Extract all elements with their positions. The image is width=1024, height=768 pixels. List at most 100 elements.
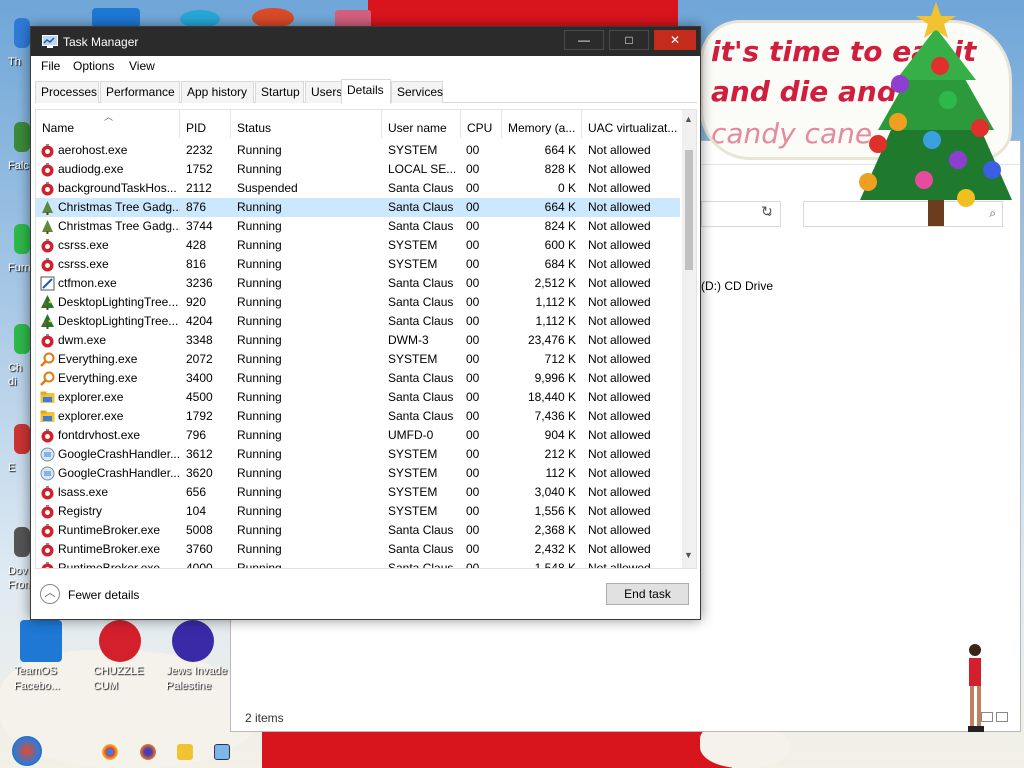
app-icon[interactable]	[14, 424, 30, 454]
cell-mem: 3,040 K	[534, 485, 576, 499]
taskbar	[0, 734, 1024, 768]
table-row[interactable]: aerohost.exe 2232 Running SYSTEM 00 664 K Not …	[36, 141, 680, 160]
falcon-icon[interactable]	[14, 122, 30, 152]
cell-uac: Not allowed	[588, 200, 651, 214]
ornament-icon	[40, 143, 55, 158]
cell-uac: Not allowed	[588, 466, 651, 480]
tab-details[interactable]: Details	[341, 79, 391, 104]
table-row[interactable]: RuntimeBroker.exe 4000 Running Santa Claus 0…	[36, 559, 680, 568]
task-manager-taskbar-icon[interactable]	[214, 744, 230, 760]
table-row[interactable]: Registry 104 Running SYSTEM 00 1,556 K Not all…	[36, 502, 680, 521]
scrollbar-thumb[interactable]	[685, 150, 693, 270]
column-header-status[interactable]: Status	[231, 110, 382, 138]
table-row[interactable]: audiodg.exe 1752 Running LOCAL SE... 00 828 K…	[36, 160, 680, 179]
table-row[interactable]: DesktopLightingTree... 4204 Running Santa C…	[36, 312, 680, 331]
cell-user: DWM-3	[388, 333, 429, 347]
chuzzle-icon[interactable]	[99, 620, 141, 662]
maximize-button[interactable]: □	[609, 30, 649, 50]
table-row[interactable]: explorer.exe 4500 Running Santa Claus 00 18,4…	[36, 388, 680, 407]
end-task-button[interactable]: End task	[606, 583, 689, 605]
download-icon[interactable]	[14, 527, 30, 557]
close-button[interactable]: ✕	[654, 30, 696, 50]
cell-status: Running	[237, 314, 282, 328]
table-row[interactable]: RuntimeBroker.exe 5008 Running Santa Claus 0…	[36, 521, 680, 540]
table-row[interactable]: Christmas Tree Gadg... 876 Running Santa Cl…	[36, 198, 680, 217]
tab-users[interactable]: Users	[305, 81, 345, 103]
task-manager-titlebar[interactable]: Task Manager — □ ✕	[31, 27, 700, 56]
table-row[interactable]: dwm.exe 3348 Running DWM-3 00 23,476 K Not all…	[36, 331, 680, 350]
tab-performance[interactable]: Performance	[100, 81, 180, 103]
file-explorer-icon[interactable]	[177, 744, 193, 760]
table-row[interactable]: RuntimeBroker.exe 3760 Running Santa Claus 0…	[36, 540, 680, 559]
cd-drive-label[interactable]: (D:) CD Drive	[701, 279, 773, 293]
table-row[interactable]: GoogleCrashHandler... 3612 Running SYSTEM 00…	[36, 445, 680, 464]
start-button[interactable]	[12, 736, 42, 766]
table-row[interactable]: Everything.exe 2072 Running SYSTEM 00 712 K No…	[36, 350, 680, 369]
desktop-icon-label[interactable]: CUM	[93, 680, 118, 692]
vertical-scrollbar[interactable]: ▲ ▼	[682, 110, 696, 568]
table-row[interactable]: fontdrvhost.exe 796 Running UMFD-0 00 904 K No…	[36, 426, 680, 445]
scroll-up-icon[interactable]: ▲	[684, 114, 693, 124]
table-row[interactable]: csrss.exe 428 Running SYSTEM 00 600 K Not allo…	[36, 236, 680, 255]
column-header-pid[interactable]: PID	[180, 110, 231, 138]
table-row[interactable]: DesktopLightingTree... 920 Running Santa Cl…	[36, 293, 680, 312]
desktop-icon-label[interactable]: Furn	[8, 262, 31, 274]
cell-status: Running	[237, 352, 282, 366]
desktop-icon-label[interactable]: TeamOS	[14, 665, 57, 677]
table-row[interactable]: Everything.exe 3400 Running Santa Claus 00 9,…	[36, 369, 680, 388]
globe-icon[interactable]	[14, 18, 30, 48]
table-row[interactable]: lsass.exe 656 Running SYSTEM 00 3,040 K Not al…	[36, 483, 680, 502]
desktop-icon-label[interactable]: di	[8, 376, 17, 388]
menu-view[interactable]: View	[129, 59, 155, 73]
christmas-tree-gadget[interactable]	[848, 0, 1018, 235]
column-header-memory[interactable]: Memory (a...	[502, 110, 582, 138]
tab-services[interactable]: Services	[391, 81, 443, 103]
cell-cpu: 00	[466, 504, 480, 518]
table-row[interactable]: GoogleCrashHandler... 3620 Running SYSTEM 00…	[36, 464, 680, 483]
scroll-down-icon[interactable]: ▼	[684, 550, 693, 560]
desktop-icon-label[interactable]: Palestine	[166, 680, 211, 692]
menu-file[interactable]: File	[41, 59, 60, 73]
desktop-icon-label[interactable]: Falc	[8, 160, 29, 172]
column-header-name[interactable]: Name	[36, 110, 180, 138]
table-row[interactable]: ctfmon.exe 3236 Running Santa Claus 00 2,512 …	[36, 274, 680, 293]
cell-user: Santa Claus	[388, 295, 454, 309]
cell-cpu: 00	[466, 181, 480, 195]
column-header-uac[interactable]: UAC virtualizat...	[582, 110, 682, 138]
fewer-details-link[interactable]: Fewer details	[68, 588, 139, 602]
app-icon[interactable]	[252, 8, 294, 28]
firefox-icon[interactable]	[140, 744, 156, 760]
desktop-icon-label[interactable]: Th	[8, 56, 21, 68]
gear-icon[interactable]	[92, 8, 140, 28]
desktop-icon-label[interactable]: Facebo...	[14, 680, 60, 692]
chrome-icon[interactable]	[14, 324, 30, 354]
desktop-icon-label[interactable]: Ch	[8, 362, 22, 374]
column-header-cpu[interactable]: CPU	[461, 110, 502, 138]
gear-icon[interactable]	[20, 620, 62, 662]
desktop-icon-label[interactable]: Jews Invade	[166, 665, 227, 677]
table-row[interactable]: csrss.exe 816 Running SYSTEM 00 684 K Not allo…	[36, 255, 680, 274]
cell-status: Running	[237, 162, 282, 176]
chrome-icon[interactable]	[14, 224, 30, 254]
column-header-user-name[interactable]: User name	[382, 110, 461, 138]
orb-icon[interactable]	[172, 620, 214, 662]
table-row[interactable]: explorer.exe 1792 Running Santa Claus 00 7,43…	[36, 407, 680, 426]
cell-name: Everything.exe	[58, 352, 138, 366]
tab-processes[interactable]: Processes	[35, 81, 99, 103]
tab-app-history[interactable]: App history	[181, 81, 254, 103]
table-row[interactable]: backgroundTaskHos... 2112 Suspended Santa C…	[36, 179, 680, 198]
desktop-icon-label[interactable]: E	[8, 462, 15, 474]
minimize-button[interactable]: —	[564, 30, 604, 50]
task-manager-window[interactable]: Task Manager — □ ✕ File Options View Pro…	[30, 26, 701, 620]
menu-options[interactable]: Options	[73, 59, 114, 73]
tiles-view-icon[interactable]	[996, 712, 1008, 722]
desktop-icon-label[interactable]: CHUZZLE	[93, 665, 144, 677]
cell-mem: 2,368 K	[534, 523, 576, 537]
chrome-icon[interactable]	[102, 744, 118, 760]
table-row[interactable]: Christmas Tree Gadg... 3744 Running Santa C…	[36, 217, 680, 236]
chevron-up-icon[interactable]: ︿	[40, 584, 60, 604]
cell-user: Santa Claus	[388, 219, 454, 233]
tab-startup[interactable]: Startup	[255, 81, 304, 103]
refresh-icon[interactable]: ↻	[761, 203, 773, 220]
desktop-icon-label[interactable]: Dov	[8, 565, 28, 577]
